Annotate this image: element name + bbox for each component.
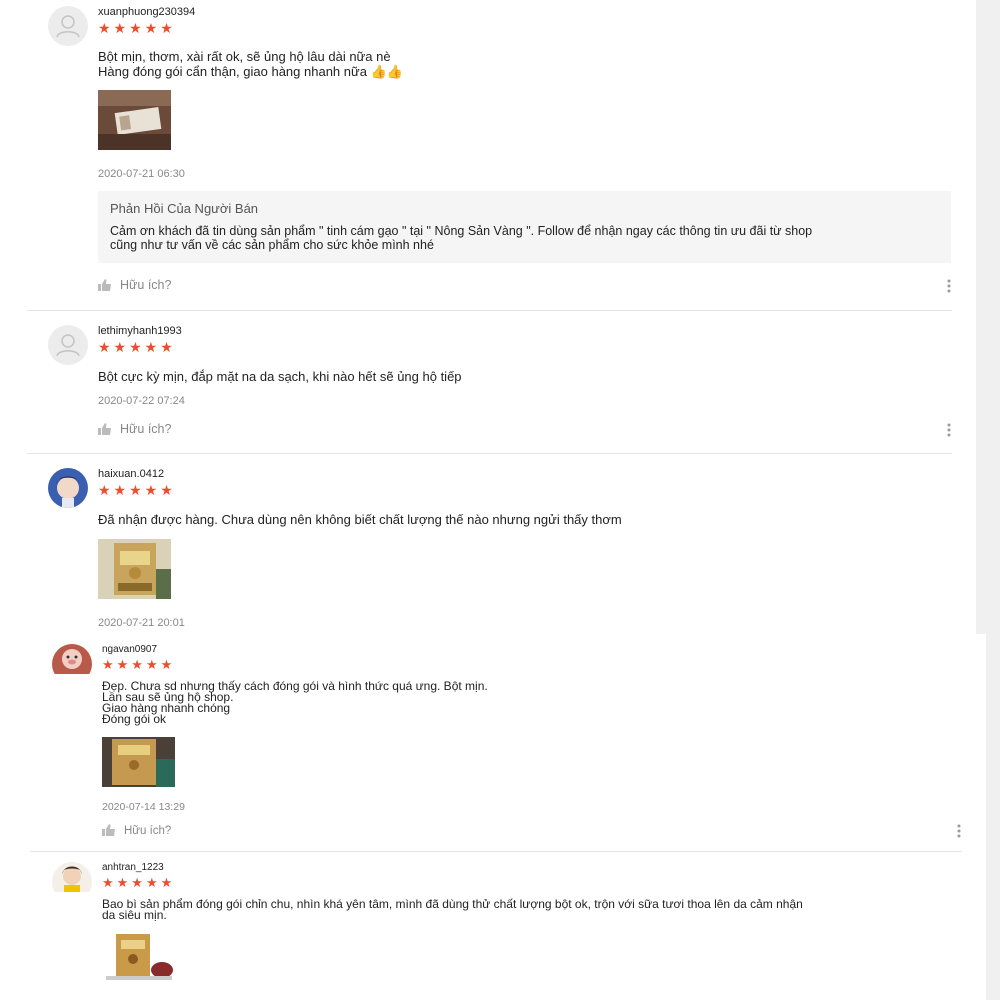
review-text-line: Bao bì sản phẩm đóng gói chỉn chu, nhìn …	[102, 897, 803, 911]
review-username[interactable]: haixuan.0412	[98, 468, 164, 480]
review-text-line: da siêu mịn.	[102, 908, 167, 922]
review-timestamp: 2020-07-21 06:30	[98, 168, 185, 180]
review-text-line: Bột cực kỳ mịn, đắp mặt na da sạch, khi …	[98, 369, 462, 384]
more-options-icon[interactable]	[956, 824, 962, 838]
thumbs-up-icon	[98, 279, 111, 291]
seller-reply: Phản Hồi Của Người Bán Cảm ơn khách đã t…	[98, 191, 951, 263]
scroll-gutter	[976, 0, 1000, 634]
helpful-button[interactable]: Hữu ích?	[102, 824, 171, 837]
avatar[interactable]	[48, 6, 88, 46]
helpful-button[interactable]: Hữu ích?	[98, 278, 171, 292]
review-timestamp: 2020-07-14 13:29	[102, 801, 185, 813]
avatar-photo	[52, 644, 92, 674]
review-photo[interactable]	[102, 932, 175, 982]
review-username[interactable]: xuanphuong230394	[98, 6, 195, 18]
avatar-photo	[52, 862, 92, 892]
photo-thumbnail	[102, 932, 175, 982]
user-placeholder-icon	[56, 15, 80, 38]
helpful-label: Hữu ích?	[120, 422, 172, 436]
divider	[30, 851, 962, 852]
helpful-button[interactable]: Hữu ích?	[98, 422, 171, 436]
seller-reply-title: Phản Hồi Của Người Bán	[110, 201, 259, 216]
seller-reply-line: cũng như tư vấn về các sản phẩm cho sức …	[110, 238, 434, 252]
divider	[27, 453, 952, 454]
avatar-photo	[48, 468, 88, 508]
star-rating: ★★★★★	[102, 657, 176, 672]
review-photo[interactable]	[98, 90, 171, 150]
more-options-icon[interactable]	[946, 279, 952, 293]
scroll-gutter	[986, 634, 1000, 1000]
photo-thumbnail	[102, 737, 175, 787]
helpful-label: Hữu ích?	[124, 825, 172, 837]
more-options-icon[interactable]	[946, 423, 952, 437]
review-text-line: Đã nhận được hàng. Chưa dùng nên không b…	[98, 512, 622, 527]
divider	[27, 310, 952, 311]
review-username[interactable]: anhtran_1223	[102, 862, 164, 873]
avatar[interactable]	[48, 325, 88, 365]
star-rating: ★★★★★	[98, 20, 176, 36]
review-text-line: Bột mịn, thơm, xài rất ok, sẽ ủng hộ lâu…	[98, 49, 391, 64]
review-photo[interactable]	[98, 539, 171, 599]
avatar[interactable]	[52, 644, 92, 684]
photo-thumbnail	[98, 539, 171, 599]
seller-reply-line: Cảm ơn khách đã tin dùng sản phẩm " tinh…	[110, 224, 813, 238]
review-username[interactable]: ngavan0907	[102, 644, 157, 655]
avatar[interactable]	[48, 468, 88, 508]
review-timestamp: 2020-07-21 20:01	[98, 617, 185, 629]
review-timestamp: 2020-07-22 07:24	[98, 395, 185, 407]
photo-thumbnail	[98, 90, 171, 150]
review-text-line: Đóng gói ok	[102, 712, 167, 726]
helpful-label: Hữu ích?	[120, 278, 172, 292]
star-rating: ★★★★★	[98, 339, 176, 355]
thumbs-up-icon	[98, 423, 111, 435]
review-username[interactable]: lethimyhanh1993	[98, 325, 182, 337]
star-rating: ★★★★★	[98, 482, 176, 498]
review-photo[interactable]	[102, 737, 175, 787]
star-rating: ★★★★★	[102, 875, 176, 890]
review-text-line: Hàng đóng gói cẩn thận, giao hàng nhanh …	[98, 64, 403, 79]
thumbs-up-icon	[102, 824, 115, 836]
avatar[interactable]	[52, 862, 92, 902]
user-placeholder-icon	[56, 334, 80, 357]
